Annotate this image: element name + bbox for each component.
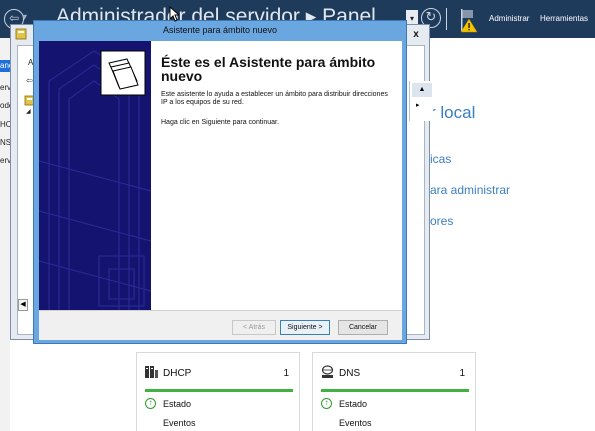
back-button[interactable]: < Atrás: [232, 320, 276, 335]
dns-tile-name: DNS: [339, 368, 361, 379]
wizard-body: Éste es el Asistente para ámbito nuevo E…: [39, 41, 402, 340]
new-scope-wizard-dialog: Asistente para ámbito nuevo Éste es el A…: [33, 20, 407, 344]
dhcp-server-icon: [145, 366, 158, 378]
dhcp-app-icon: [15, 28, 27, 40]
cancel-button[interactable]: Cancelar: [338, 320, 388, 335]
wizard-banner-graphic: [39, 41, 151, 310]
dhcp-tile-count: 1: [283, 368, 289, 379]
wizard-title: Asistente para ámbito nuevo: [162, 25, 278, 35]
tree-expand-icon[interactable]: ◢: [26, 108, 31, 115]
forward-dropdown-icon[interactable]: ▾: [22, 12, 27, 23]
wizard-instruction: Haga clic en Siguiente para continuar.: [161, 119, 279, 126]
manage-menu[interactable]: Administrar: [489, 14, 529, 23]
status-bar: [321, 389, 469, 392]
next-button[interactable]: Siguiente >: [280, 320, 330, 335]
wizard-side-banner: [39, 41, 151, 310]
status-ok-icon: ↑: [321, 398, 332, 409]
dns-tile[interactable]: DNS 1 ↑ Estado Eventos: [312, 352, 476, 431]
separator: [446, 8, 447, 30]
tools-menu[interactable]: Herramientas: [540, 14, 588, 23]
server-manager-sidebar: anc erv odo HC NS erv: [0, 38, 13, 431]
dhcp-tile-name: DHCP: [163, 368, 192, 379]
dhcp-events-row[interactable]: Eventos: [163, 418, 196, 428]
actions-pane: ▲ ▸: [409, 81, 433, 121]
dhcp-status-row[interactable]: Estado: [163, 399, 191, 409]
status-bar: [145, 389, 293, 392]
mouse-cursor-icon: [169, 6, 179, 22]
roles-link[interactable]: icas: [430, 152, 451, 166]
notification-flag-icon[interactable]: [458, 7, 484, 33]
dhcp-tile[interactable]: DHCP 1 ↑ Estado Eventos: [136, 352, 300, 431]
status-ok-icon: ↑: [145, 398, 156, 409]
console-close-button[interactable]: x: [405, 28, 427, 42]
back-icon[interactable]: ⇦: [26, 76, 33, 85]
local-server-heading[interactable]: r local: [430, 103, 475, 123]
wizard-footer: < Atrás Siguiente > Cancelar: [39, 310, 402, 340]
dns-status-row[interactable]: Estado: [339, 399, 367, 409]
collapse-up-icon[interactable]: ▲: [412, 83, 432, 97]
dns-events-row[interactable]: Eventos: [339, 418, 372, 428]
manage-link[interactable]: ara administrar: [430, 183, 510, 197]
expand-right-icon[interactable]: ▸: [416, 101, 420, 109]
wizard-heading: Éste es el Asistente para ámbito nuevo: [161, 54, 376, 84]
dns-tile-count: 1: [459, 368, 465, 379]
scroll-left-icon[interactable]: ◀: [18, 299, 28, 311]
wizard-description: Este asistente lo ayuda a establecer un …: [161, 91, 388, 106]
servers-link[interactable]: ores: [430, 214, 453, 228]
dns-server-icon: [321, 365, 334, 378]
